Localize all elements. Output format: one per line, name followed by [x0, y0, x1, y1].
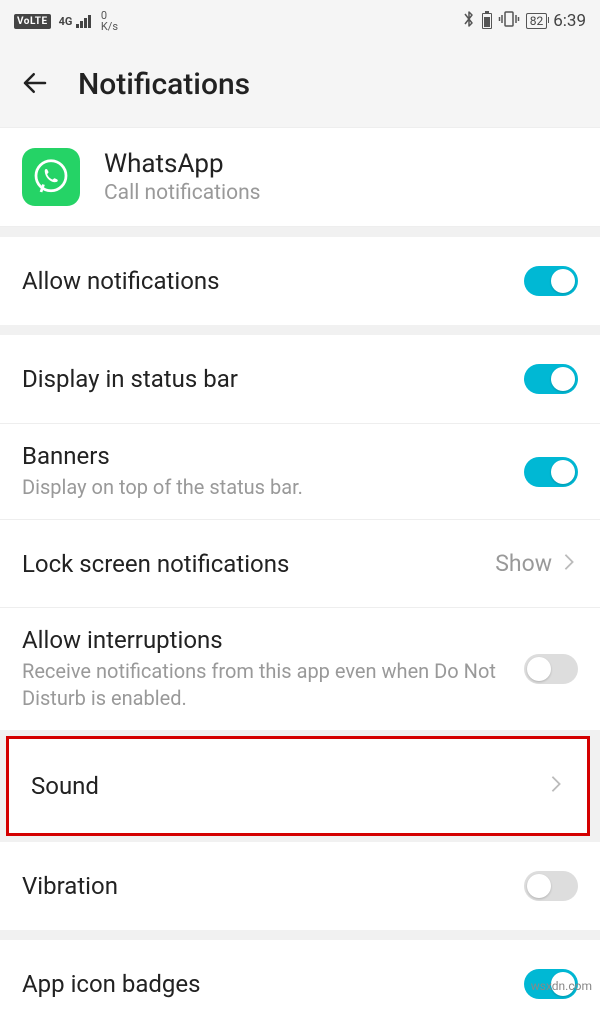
whatsapp-icon	[22, 148, 80, 206]
app-text: WhatsApp Call notifications	[104, 149, 261, 205]
toggle-vibration[interactable]	[524, 871, 578, 901]
banners-sub: Display on top of the status bar.	[22, 474, 524, 501]
highlight-box: Sound	[6, 736, 590, 836]
interrupt-label: Allow interruptions	[22, 626, 524, 654]
row-sound[interactable]: Sound	[9, 739, 587, 833]
battery-percent: 82	[526, 13, 548, 29]
banners-label: Banners	[22, 442, 524, 470]
status-bar: VoLTE 4G 0 K/s 82 6:39	[0, 0, 600, 42]
row-app-icon-badges[interactable]: App icon badges	[0, 940, 600, 1028]
row-display-status-bar[interactable]: Display in status bar	[0, 335, 600, 423]
toggle-banners[interactable]	[524, 457, 578, 487]
interrupt-sub: Receive notifications from this app even…	[22, 658, 524, 712]
lock-label: Lock screen notifications	[22, 550, 495, 578]
watermark: wsxdn.com	[531, 979, 592, 993]
chevron-right-icon	[560, 553, 578, 575]
row-banners[interactable]: Banners Display on top of the status bar…	[0, 423, 600, 519]
data-speed: 0 K/s	[101, 10, 118, 32]
kbs-unit: K/s	[101, 21, 118, 32]
volte-badge: VoLTE	[14, 14, 51, 29]
status-right: 82 6:39	[462, 10, 586, 32]
back-arrow-icon	[20, 68, 50, 98]
badges-label: App icon badges	[22, 970, 524, 998]
bluetooth-icon	[462, 10, 476, 32]
back-button[interactable]	[20, 68, 50, 102]
vibrate-icon	[498, 10, 520, 32]
lock-value: Show	[495, 550, 552, 577]
toggle-allow-notifications[interactable]	[524, 266, 578, 296]
header: Notifications	[0, 42, 600, 128]
row-allow-notifications[interactable]: Allow notifications	[0, 237, 600, 325]
app-subtitle: Call notifications	[104, 181, 261, 205]
toggle-status-bar[interactable]	[524, 364, 578, 394]
app-name: WhatsApp	[104, 149, 261, 179]
status-left: VoLTE 4G 0 K/s	[14, 10, 118, 32]
clock: 6:39	[553, 11, 586, 31]
sound-label: Sound	[31, 772, 547, 800]
toggle-interruptions[interactable]	[524, 654, 578, 684]
signal-icon	[76, 14, 91, 28]
row-lock-screen[interactable]: Lock screen notifications Show	[0, 519, 600, 607]
network-type: 4G	[59, 15, 73, 28]
vibration-label: Vibration	[22, 872, 524, 900]
chevron-right-icon	[547, 775, 565, 797]
allow-label: Allow notifications	[22, 267, 524, 295]
row-vibration[interactable]: Vibration	[0, 842, 600, 930]
page-title: Notifications	[78, 67, 250, 102]
battery-icon-small	[482, 13, 492, 29]
status-bar-label: Display in status bar	[22, 365, 524, 393]
app-info-row[interactable]: WhatsApp Call notifications	[0, 128, 600, 227]
row-allow-interruptions[interactable]: Allow interruptions Receive notification…	[0, 607, 600, 730]
